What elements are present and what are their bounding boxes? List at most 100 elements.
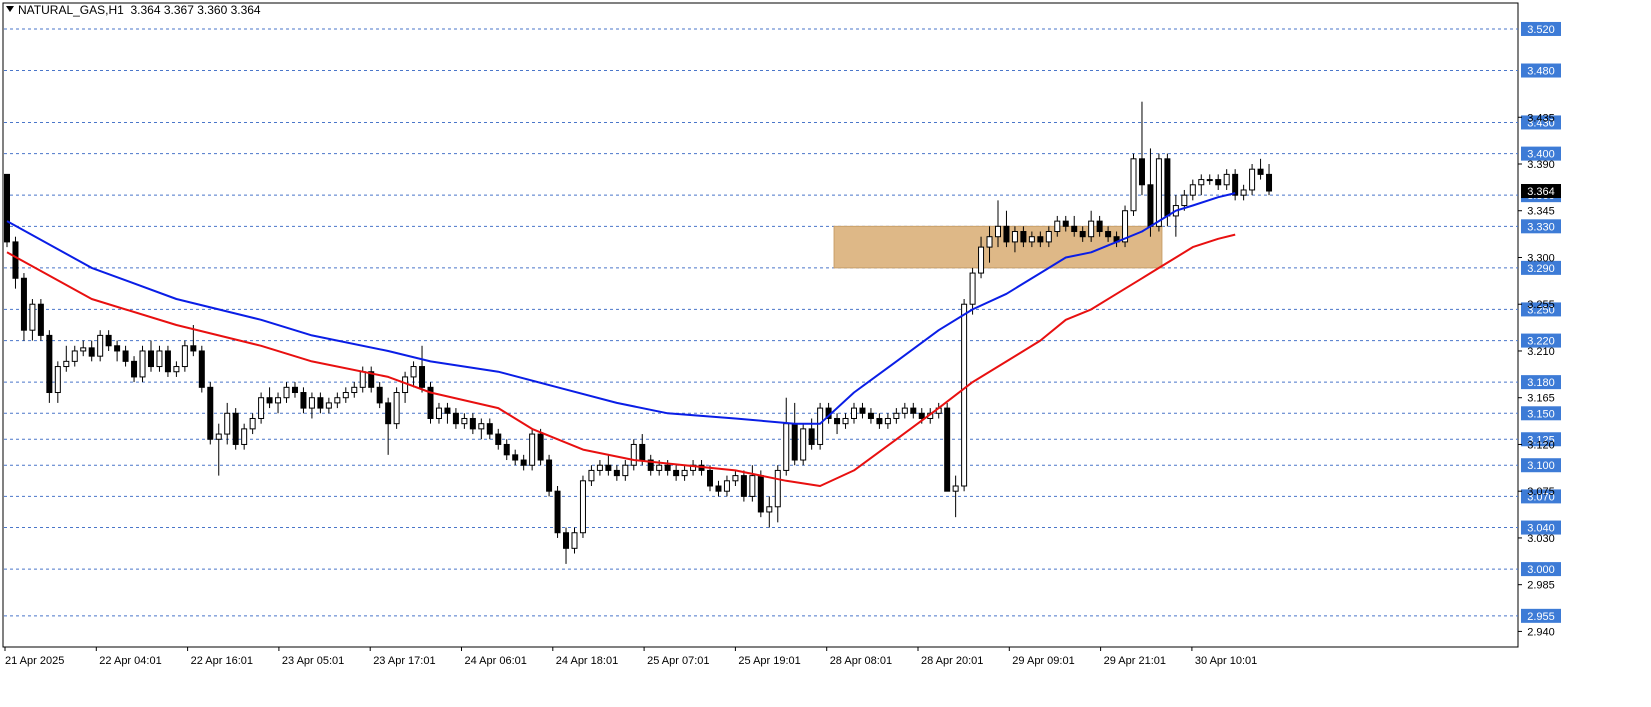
time-label: 29 Apr 09:01 xyxy=(1012,655,1074,667)
candle-body xyxy=(978,246,985,274)
candle-body xyxy=(723,480,730,492)
level-label: 2.955 xyxy=(1527,611,1555,623)
candle-body xyxy=(241,428,248,445)
price-tick-label: 3.435 xyxy=(1527,112,1555,124)
candle-body xyxy=(435,407,442,419)
candle xyxy=(37,299,44,341)
level-label: 3.150 xyxy=(1527,408,1555,420)
candle xyxy=(46,330,53,403)
level-label: 3.520 xyxy=(1527,24,1555,36)
candle-body xyxy=(131,360,138,378)
candle-body xyxy=(791,423,798,461)
level-label: 3.000 xyxy=(1527,564,1555,576)
candle-body xyxy=(1088,220,1095,238)
price-chart[interactable]: 2.9553.0003.0403.0703.1003.1253.1503.180… xyxy=(0,0,1651,707)
candle-body xyxy=(1096,220,1103,233)
candle-body xyxy=(105,334,112,347)
candle xyxy=(1122,205,1129,248)
candle-body xyxy=(393,392,400,425)
candle xyxy=(554,486,561,538)
candle-body xyxy=(376,386,383,404)
candle-body xyxy=(1054,220,1061,233)
candle-body xyxy=(630,443,637,466)
chart-header[interactable]: NATURAL_GAS,H1 3.364 3.367 3.360 3.364 xyxy=(6,3,261,17)
candle-body xyxy=(198,350,205,388)
candle-body xyxy=(571,532,578,549)
candle-body xyxy=(605,464,612,471)
candle-body xyxy=(1232,173,1239,196)
candle xyxy=(961,299,968,492)
time-label: 21 Apr 2025 xyxy=(5,655,64,667)
time-label: 22 Apr 04:01 xyxy=(99,655,161,667)
candle-body xyxy=(317,397,324,409)
candle-body xyxy=(478,423,485,430)
candle-body xyxy=(308,397,315,409)
candle xyxy=(207,382,214,445)
candle-body xyxy=(207,386,214,440)
candle-body xyxy=(512,454,519,461)
candle-body xyxy=(1164,158,1171,217)
candle xyxy=(537,428,544,466)
candle-body xyxy=(1223,173,1230,186)
candle-body xyxy=(1062,220,1069,227)
candle-body xyxy=(351,386,358,394)
candle-body xyxy=(732,475,739,482)
candle-body xyxy=(529,433,536,466)
candle-body xyxy=(1130,158,1137,212)
candle-body xyxy=(63,360,70,368)
candle-body xyxy=(673,469,680,477)
symbol-label: NATURAL_GAS,H1 xyxy=(18,3,124,17)
candle-body xyxy=(444,407,451,414)
candle-body xyxy=(88,347,95,357)
candle-body xyxy=(1189,184,1196,196)
candle-body xyxy=(283,386,290,399)
candle xyxy=(757,470,764,518)
candle-body xyxy=(715,485,722,492)
time-label: 25 Apr 07:01 xyxy=(647,655,709,667)
candle-body xyxy=(834,417,841,425)
chevron-down-icon[interactable] xyxy=(6,6,14,12)
candle-body xyxy=(884,417,891,425)
candle xyxy=(139,345,146,383)
candle-body xyxy=(783,423,790,471)
candle xyxy=(1130,153,1137,216)
plot-area xyxy=(2,2,1519,648)
candle-body xyxy=(740,475,747,497)
candle-body xyxy=(190,345,197,352)
candle-body xyxy=(622,464,629,477)
candle-body xyxy=(817,407,824,445)
candle-body xyxy=(1147,184,1154,227)
candle-body xyxy=(859,407,866,414)
price-tick-label: 3.300 xyxy=(1527,252,1555,264)
price-tick-label: 2.985 xyxy=(1527,580,1555,592)
candle-body xyxy=(994,225,1001,238)
candle-body xyxy=(639,443,646,461)
candle-body xyxy=(419,366,426,388)
level-label: 3.480 xyxy=(1527,66,1555,78)
candle-body xyxy=(258,397,265,419)
candle-body xyxy=(1240,189,1247,196)
price-tick-label: 3.120 xyxy=(1527,439,1555,451)
candle-body xyxy=(1257,168,1264,175)
candle-body xyxy=(275,397,282,404)
candle xyxy=(232,408,239,450)
candle xyxy=(20,273,27,341)
candle-body xyxy=(800,428,807,461)
candle-body xyxy=(952,485,959,492)
candle-body xyxy=(80,347,87,352)
candle-body xyxy=(1206,179,1213,182)
price-tick-label: 2.940 xyxy=(1527,626,1555,638)
candle-body xyxy=(164,350,171,373)
candle-body xyxy=(579,480,586,534)
candle-body xyxy=(707,469,714,487)
candle-body xyxy=(232,412,239,445)
candle-body xyxy=(452,412,459,425)
candle-body xyxy=(114,345,121,352)
time-label: 24 Apr 18:01 xyxy=(556,655,618,667)
candle-body xyxy=(1011,231,1018,243)
candle xyxy=(4,173,10,248)
price-axis: 2.9553.0003.0403.0703.1003.1253.1503.180… xyxy=(1518,21,1561,638)
price-tick-label: 3.030 xyxy=(1527,533,1555,545)
candle-body xyxy=(1138,158,1145,186)
time-label: 28 Apr 08:01 xyxy=(830,655,892,667)
